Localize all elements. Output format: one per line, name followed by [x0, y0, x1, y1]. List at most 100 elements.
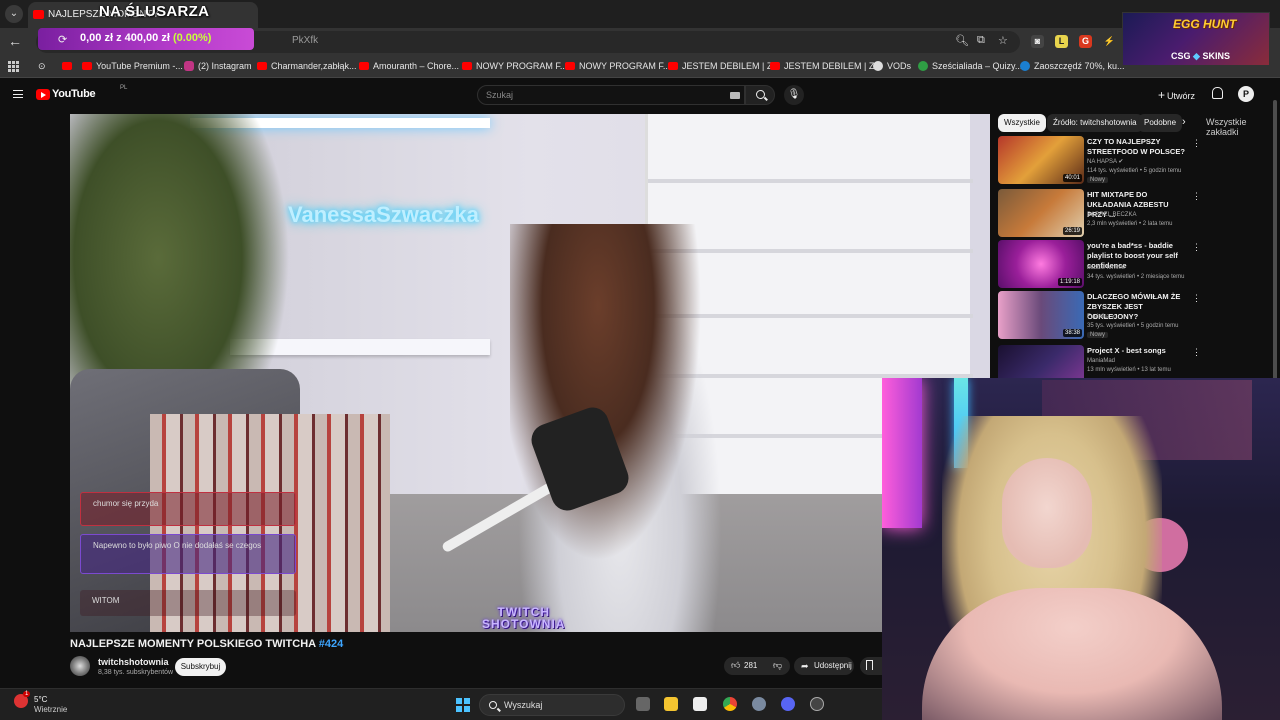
chip-source[interactable]: Źródło: twitchshotownia	[1047, 114, 1143, 132]
more-options-icon[interactable]: ⋮	[1192, 293, 1201, 304]
bookmark-item[interactable]: NOWY PROGRAM F...	[565, 61, 670, 71]
file-explorer-icon[interactable]	[664, 697, 678, 711]
bookmark-item[interactable]: VODs	[873, 61, 911, 71]
related-video[interactable]: 38:38 DLACZEGO MÓWIŁAM ŻE ZBYSZEK JEST O…	[998, 291, 1201, 339]
all-bookmarks[interactable]: Wszystkie zakładki	[1206, 117, 1280, 137]
video-thumbnail[interactable]: 40:01	[998, 136, 1084, 184]
weather-temperature[interactable]: 5°C	[34, 695, 47, 704]
video-thumbnail[interactable]: 38:38	[998, 291, 1084, 339]
like-count[interactable]: 281	[744, 661, 757, 670]
bookmark-ring-icon[interactable]: ⊙	[38, 61, 46, 72]
apps-grid-icon[interactable]	[8, 61, 19, 72]
chrome-icon[interactable]	[723, 697, 737, 711]
youtube-favicon-icon	[257, 62, 267, 70]
save-button[interactable]	[860, 657, 884, 675]
chip-similar[interactable]: Podobne	[1138, 114, 1183, 132]
extension-icon[interactable]: ◙	[1031, 35, 1044, 48]
bookmark-item[interactable]: Charmander,zabłąk...	[257, 61, 357, 71]
star-icon[interactable]: ☆	[998, 34, 1008, 47]
tab-search-icon[interactable]: ⌄	[5, 5, 23, 23]
more-options-icon[interactable]: ⋮	[1192, 191, 1201, 202]
cam-streamer-face	[1002, 458, 1092, 568]
microphone-icon[interactable]: 🎙︎	[784, 85, 804, 105]
neon-sign: VanessaSzwaczka	[288, 202, 479, 227]
task-view-icon[interactable]	[636, 697, 650, 711]
bookmark-item[interactable]: NOWY PROGRAM F...	[462, 61, 567, 71]
related-video-channel[interactable]: ManiaMad	[1087, 357, 1115, 365]
related-video[interactable]: 1:19:18 you're a bad*ss - baddie playlis…	[998, 240, 1201, 288]
extension-icon[interactable]: G	[1079, 35, 1092, 48]
search-placeholder: Szukaj	[486, 90, 514, 100]
bookmark-item[interactable]: Amouranth – Chore...	[359, 61, 459, 71]
related-video[interactable]: 40:01 CZY TO NAJLEPSZY STREETFOOD W POLS…	[998, 136, 1201, 184]
cam-led-light	[882, 378, 922, 528]
video-thumbnail[interactable]: 1:19:18	[998, 240, 1084, 288]
screen: ⌄ NAJLEPSZE MOMENTY NA ŚLUSARZA ← PkXfk …	[0, 0, 1280, 720]
more-options-icon[interactable]: ⋮	[1192, 138, 1201, 149]
chat-message: WITOM	[80, 590, 296, 616]
related-video-meta: 13 mln wyświetleń • 13 lat temu	[1087, 367, 1171, 373]
keyboard-icon[interactable]	[730, 92, 740, 99]
bookmark-item[interactable]: YouTube Premium -...	[82, 61, 183, 71]
extension-icon[interactable]: ⚡	[1103, 35, 1116, 48]
related-video-channel[interactable]: Fusialka ✔	[1087, 313, 1116, 321]
twitch-shotownia-watermark: TWITCH SHOTOWNIA	[482, 605, 566, 631]
address-url: PkXfk	[292, 35, 319, 46]
instagram-icon	[184, 61, 194, 71]
channel-avatar[interactable]	[70, 656, 90, 676]
video-thumbnail[interactable]: 26:19	[998, 189, 1084, 237]
subscribe-button[interactable]: Subskrybuj	[175, 658, 226, 676]
related-video-title[interactable]: CZY TO NAJLEPSZY STREETFOOD W POLSCE?	[1087, 137, 1187, 157]
store-icon[interactable]	[693, 697, 707, 711]
weather-description[interactable]: Wietrznie	[34, 705, 67, 714]
vods-icon	[873, 61, 883, 71]
account-avatar[interactable]: P	[1238, 86, 1254, 102]
youtube-favicon-icon	[462, 62, 472, 70]
taskbar-search[interactable]: Wyszukaj	[479, 694, 625, 716]
related-video-channel[interactable]: baddie femme	[1087, 264, 1125, 272]
video-hashtag[interactable]: #424	[319, 638, 343, 650]
more-options-icon[interactable]: ⋮	[1192, 347, 1201, 358]
chat-message: chumor się przyda	[80, 492, 296, 526]
share-arrow-icon: ➦	[801, 661, 809, 671]
more-options-icon[interactable]: ⋮	[1192, 242, 1201, 253]
search-button[interactable]	[745, 85, 775, 105]
zoom-icon[interactable]: 🔍︎	[955, 34, 969, 47]
related-video[interactable]: 26:19 HIT MIXTAPE DO UKŁADANIA AZBESTU P…	[998, 189, 1201, 237]
bookmark-item[interactable]: (2) Instagram	[184, 61, 252, 71]
thumbs-up-icon[interactable]: 👍︎	[731, 660, 740, 671]
related-video-title[interactable]: Project X - best songs	[1087, 346, 1187, 356]
related-video-channel[interactable]: BARREL BECZKA	[1087, 211, 1136, 219]
share-button[interactable]: ➦ Udostępnij	[794, 657, 854, 675]
discord-icon[interactable]	[781, 697, 795, 711]
region-code: PL	[120, 85, 128, 91]
notifications-bell-icon[interactable]	[1212, 87, 1223, 99]
like-dislike-group: 👍︎ 281 👎︎	[724, 657, 790, 675]
chip-all[interactable]: Wszystkie	[998, 114, 1046, 132]
verified-icon: ✔	[1118, 159, 1124, 165]
weather-icon[interactable]	[14, 691, 31, 708]
video-player[interactable]: VanessaSzwaczka chumor się przyda Napewn…	[70, 114, 990, 632]
windows-start-icon[interactable]	[456, 698, 470, 712]
bookmark-item[interactable]: JESTEM DEBILEM | Z...	[770, 61, 882, 71]
extension-icon[interactable]: L	[1055, 35, 1068, 48]
steam-icon	[1020, 61, 1030, 71]
chevron-right-icon[interactable]: ›	[1182, 116, 1186, 128]
settings-gear-icon[interactable]	[752, 697, 766, 711]
related-video-meta: 114 tys. wyświetleń • 5 godzin temu	[1087, 168, 1182, 174]
cast-icon[interactable]: ⧉	[977, 34, 985, 47]
donation-percent: (0.00%)	[172, 32, 212, 44]
create-button[interactable]: + Utwórz	[1158, 88, 1195, 102]
bookmark-item[interactable]: Zaoszczędź 70%, ku...	[1020, 61, 1125, 71]
menu-icon[interactable]	[13, 90, 23, 98]
channel-name[interactable]: twitchshotownia	[98, 657, 169, 667]
bookmark-item[interactable]: JESTEM DEBILEM | Z...	[668, 61, 780, 71]
bookmark-item[interactable]: Sześcialiada – Quizy...	[918, 61, 1022, 71]
bookmark-icon	[866, 660, 873, 670]
obs-icon[interactable]	[810, 697, 824, 711]
back-arrow-icon[interactable]: ←	[8, 33, 22, 49]
thumbs-down-icon[interactable]: 👎︎	[773, 660, 782, 671]
youtube-favicon-icon	[565, 62, 575, 70]
related-video-channel[interactable]: NA HAPSA ✔	[1087, 158, 1123, 166]
search-input[interactable]: Szukaj	[477, 85, 745, 105]
